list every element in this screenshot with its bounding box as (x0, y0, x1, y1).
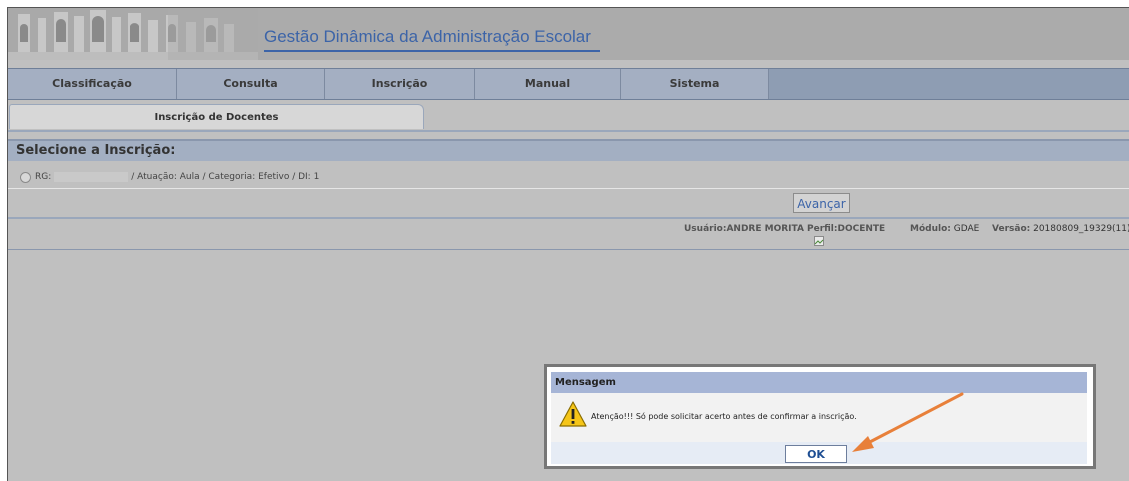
site-title: Gestão Dinâmica da Administração Escolar (264, 27, 591, 46)
inscription-radio[interactable] (20, 171, 31, 183)
user-label: Usuário: (684, 224, 727, 234)
dialog-message: Atenção!!! Só pode solicitar acerto ante… (591, 412, 857, 421)
menu-item-sistema[interactable]: Sistema (621, 69, 769, 99)
panel-header: Selecione a Inscrição: (8, 139, 1129, 161)
menu-item-inscricao[interactable]: Inscrição (325, 69, 475, 99)
version-info: Versão: 20180809_19329(11) (992, 224, 1129, 234)
user-value: ANDRE MORITA (726, 224, 804, 234)
message-dialog: Mensagem Atenção!!! Só pode solicitar ac… (544, 364, 1096, 469)
menu-item-manual[interactable]: Manual (475, 69, 621, 99)
building-banner-image (8, 8, 258, 60)
tab-inscricao-docentes[interactable]: Inscrição de Docentes (9, 104, 424, 129)
version-label: Versão: (992, 224, 1031, 234)
status-bar: Usuário:ANDRE MORITA Perfil:DOCENTE Módu… (8, 221, 1129, 250)
profile-value: DOCENTE (837, 224, 886, 234)
next-button[interactable]: Avançar (793, 193, 850, 213)
module-label: Módulo: (910, 224, 951, 234)
ok-button[interactable]: OK (785, 445, 847, 463)
rg-value-redacted (54, 172, 129, 182)
panel-title: Selecione a Inscrição: (16, 143, 176, 158)
tab-strip: Inscrição de Docentes (8, 104, 1129, 132)
module-value: GDAE (953, 224, 980, 234)
profile-label: Perfil: (807, 224, 838, 234)
rg-label: RG: (35, 172, 52, 182)
module-info: Módulo: GDAE (910, 224, 979, 234)
site-header: Gestão Dinâmica da Administração Escolar (8, 8, 1129, 60)
main-menu: Classificação Consulta Inscrição Manual … (8, 68, 1129, 100)
dialog-body: Atenção!!! Só pode solicitar acerto ante… (551, 393, 1087, 442)
profile-info: Perfil:DOCENTE (807, 224, 885, 234)
dialog-title: Mensagem (551, 372, 1087, 393)
user-info: Usuário:ANDRE MORITA (684, 224, 804, 234)
menu-item-classificacao[interactable]: Classificação (8, 69, 177, 99)
inscription-option[interactable]: RG: / Atuação: Aula / Categoria: Efetivo… (20, 170, 319, 184)
broken-image-icon (814, 236, 824, 246)
inscription-details: / Atuação: Aula / Categoria: Efetivo / D… (131, 172, 320, 182)
title-underline (264, 50, 600, 52)
version-value: 20180809_19329(11) (1033, 224, 1129, 234)
menu-item-consulta[interactable]: Consulta (177, 69, 325, 99)
warning-icon (559, 401, 587, 427)
dialog-footer: OK (551, 442, 1087, 464)
inscription-panel: Selecione a Inscrição: RG: / Atuação: Au… (8, 139, 1129, 219)
divider (8, 188, 1129, 189)
